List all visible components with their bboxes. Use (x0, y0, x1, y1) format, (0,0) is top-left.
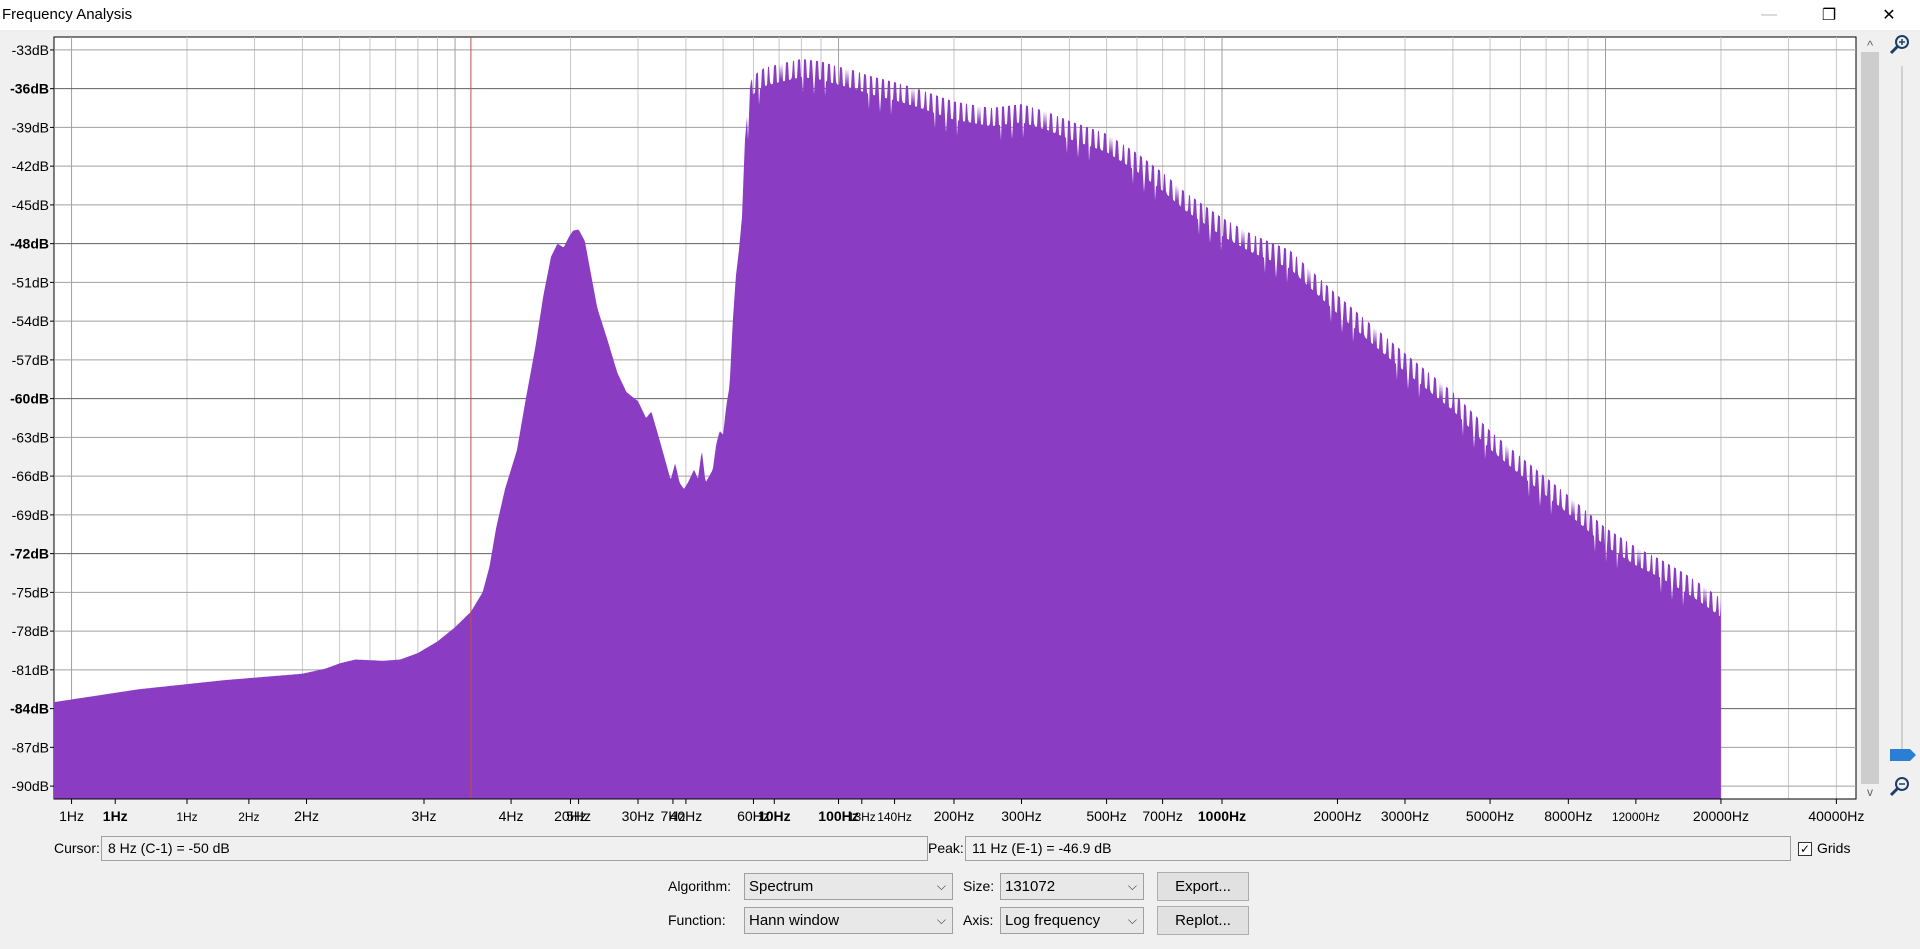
grids-label[interactable]: Grids (1817, 840, 1850, 856)
y-tick-label: -63dB (12, 429, 49, 445)
y-tick-label: -33dB (12, 42, 49, 58)
y-tick-label: -78dB (12, 623, 49, 639)
size-value: 131072 (1005, 878, 1056, 895)
scroll-up-arrow[interactable]: ^ (1867, 38, 1874, 53)
x-tick-label: 2000Hz (1313, 808, 1361, 824)
y-tick-label: -60dB (10, 391, 49, 407)
y-tick-label: -81dB (12, 662, 49, 678)
y-tick-label: -87dB (12, 739, 49, 755)
algorithm-value: Spectrum (749, 878, 814, 895)
axis-value: Log frequency (1005, 912, 1101, 929)
chevron-down-icon: ⌵ (1127, 913, 1137, 927)
x-tick-label: 2Hz (294, 808, 319, 824)
x-tick-label: 200Hz (934, 808, 974, 824)
y-tick-label: -90dB (12, 778, 49, 794)
y-tick-label: -54dB (12, 313, 49, 329)
restore-button[interactable]: ❐ (1806, 0, 1852, 30)
x-tick-label: 700Hz (1142, 808, 1182, 824)
y-tick-label: -48dB (10, 236, 49, 252)
chevron-down-icon: ⌵ (1127, 879, 1137, 893)
x-tick-label: 40000Hz (1808, 808, 1864, 824)
y-tick-label: -51dB (12, 274, 49, 290)
x-tick-label: 140Hz (877, 810, 912, 824)
spectrum-chart[interactable]: -33dB -36dB -39dB -42dB -45dB -48dB -51dB -54dB… (0, 30, 1920, 830)
y-tick-label: -42dB (12, 158, 49, 174)
x-tick-label: 30Hz (622, 808, 655, 824)
x-tick-label: 500Hz (1086, 808, 1126, 824)
y-tick-label: -57dB (12, 352, 49, 368)
minimize-button[interactable]: — (1746, 0, 1792, 30)
size-label: Size: (963, 878, 995, 894)
x-tick-label: 2Hz (238, 810, 259, 824)
x-tick-label: 3Hz (412, 808, 437, 824)
function-select[interactable]: Hann window ⌵ (744, 907, 953, 934)
x-tick-label: 8000Hz (1544, 808, 1592, 824)
x-tick-label: 5000Hz (1466, 808, 1514, 824)
window-title: Frequency Analysis (2, 6, 133, 23)
x-tick-label: 1Hz (103, 808, 128, 824)
x-tick-label: 1000Hz (1198, 808, 1246, 824)
export-button[interactable]: Export... (1157, 872, 1249, 901)
algorithm-select[interactable]: Spectrum ⌵ (744, 873, 953, 900)
x-tick-label: 40Hz (670, 808, 703, 824)
x-tick-label: 20Hz (554, 808, 587, 824)
close-button[interactable]: ✕ (1866, 0, 1912, 30)
axis-select[interactable]: Log frequency ⌵ (1000, 907, 1144, 934)
x-tick-label: 100Hz (818, 808, 858, 824)
y-tick-label: -45dB (12, 197, 49, 213)
y-tick-label: -72dB (10, 546, 49, 562)
y-tick-label: -66dB (12, 468, 49, 484)
peak-readout-field: 11 Hz (E-1) = -46.9 dB (965, 836, 1791, 861)
scrollbar-thumb[interactable] (1861, 52, 1879, 784)
y-tick-label: -75dB (12, 584, 49, 600)
peak-label: Peak: (928, 840, 964, 856)
x-tick-label: 20000Hz (1693, 808, 1749, 824)
cursor-label: Cursor: (54, 840, 100, 856)
function-value: Hann window (749, 912, 840, 929)
size-select[interactable]: 131072 ⌵ (1000, 873, 1144, 900)
algorithm-label: Algorithm: (668, 878, 732, 894)
x-tick-label: 300Hz (1001, 808, 1041, 824)
axis-label: Axis: (963, 912, 994, 928)
cursor-readout-field: 8 Hz (C-1) = -50 dB (101, 836, 928, 861)
x-tick-label: 1Hz (176, 810, 197, 824)
replot-button[interactable]: Replot... (1157, 906, 1249, 935)
x-tick-label: 3000Hz (1381, 808, 1429, 824)
x-tick-label: 60Hz (737, 808, 770, 824)
y-tick-label: -39dB (12, 119, 49, 135)
chevron-down-icon: ⌵ (936, 913, 946, 927)
function-label: Function: (668, 912, 726, 928)
y-tick-label: -69dB (12, 507, 49, 523)
x-tick-label: 1Hz (59, 808, 84, 824)
y-tick-label: -84dB (10, 701, 49, 717)
title-bar: Frequency Analysis — ❐ ✕ (0, 0, 1920, 30)
scroll-down-arrow[interactable]: v (1867, 785, 1873, 799)
grids-checkbox[interactable]: ✓ (1798, 842, 1812, 856)
x-tick-label: 4Hz (499, 808, 524, 824)
chevron-down-icon: ⌵ (936, 879, 946, 893)
y-tick-label: -36dB (10, 81, 49, 97)
x-tick-label: 12000Hz (1612, 810, 1660, 824)
